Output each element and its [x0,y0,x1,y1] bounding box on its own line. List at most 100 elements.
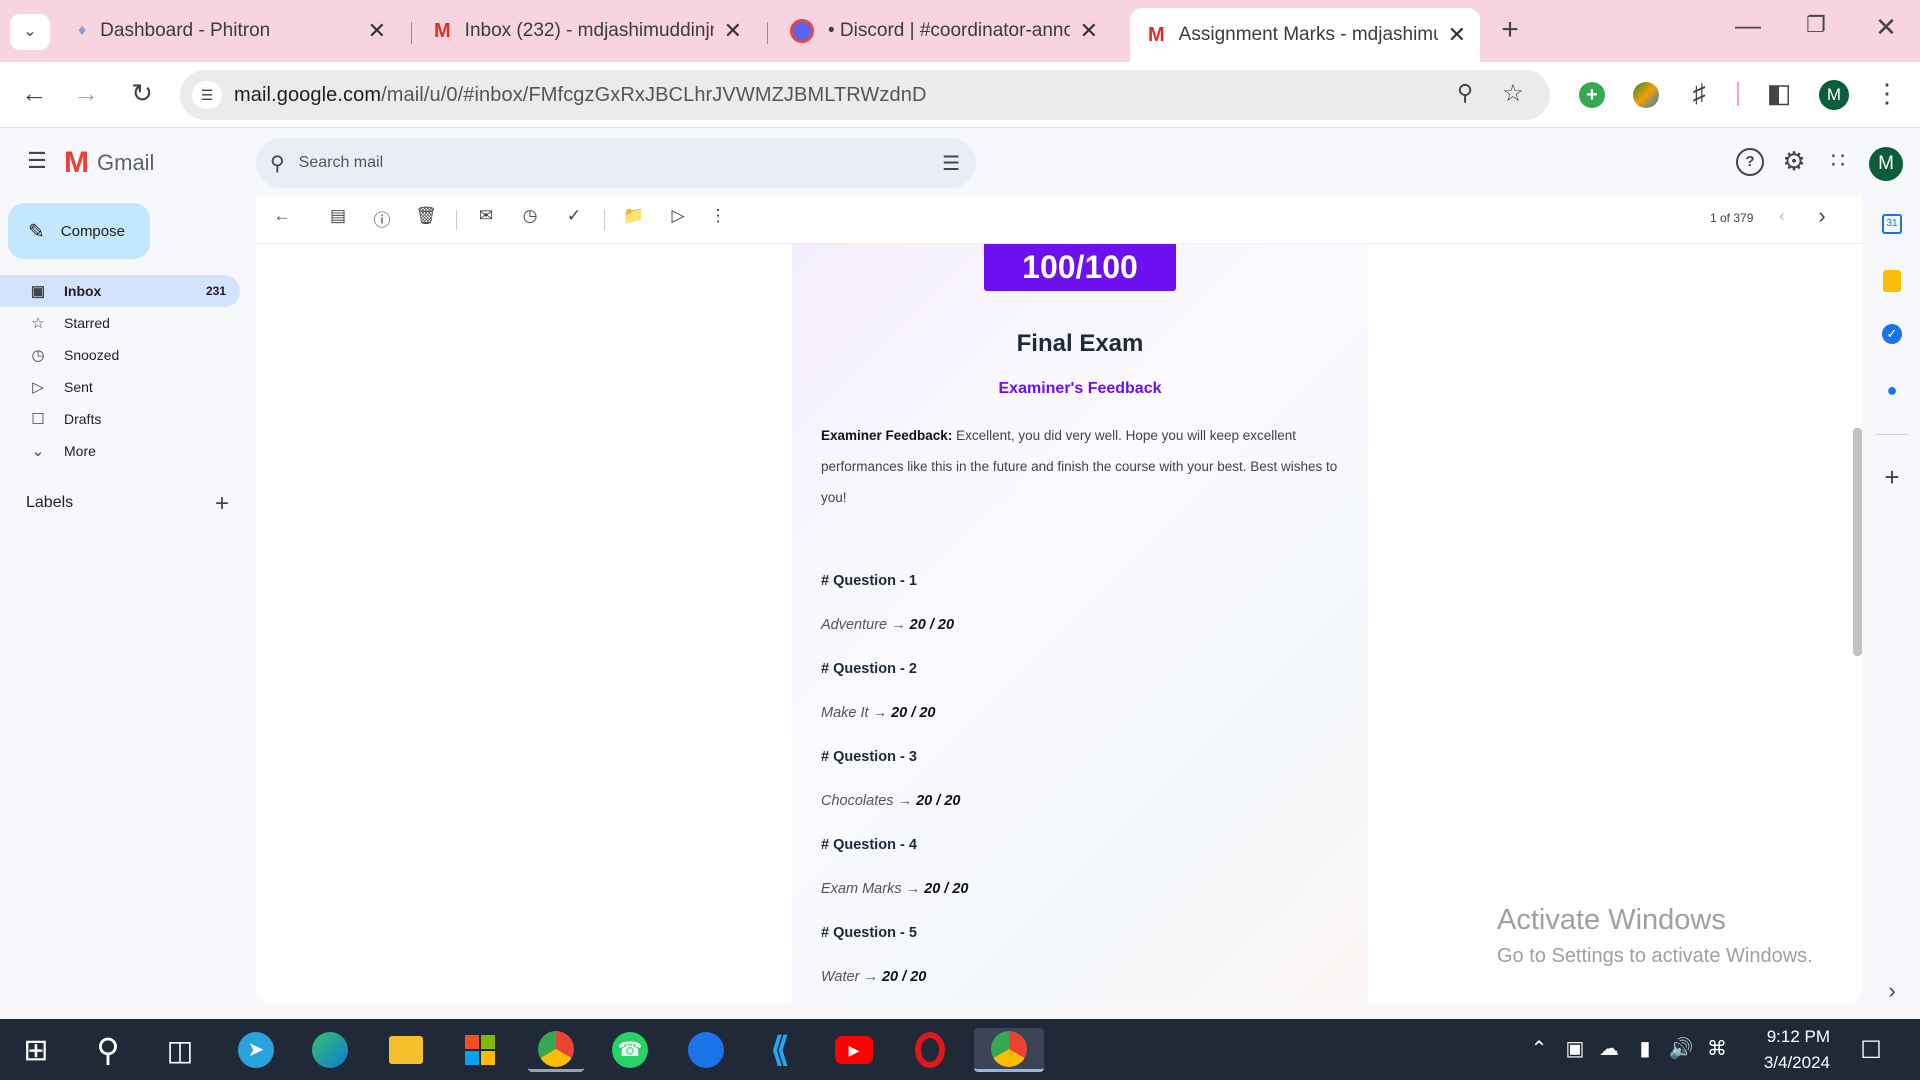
add-label-icon[interactable]: + [208,490,236,518]
add-task-icon[interactable]: ✓ [562,206,586,226]
account-avatar[interactable]: M [1869,147,1903,181]
reload-icon[interactable]: ↻ [122,78,162,109]
forward-icon[interactable]: → [66,78,106,109]
battery-icon[interactable]: ▮ [1630,1036,1660,1061]
gmail-logo[interactable]: M Gmail [64,148,154,178]
tab-title: Dashboard - Phitron [100,20,271,41]
main-menu-icon[interactable]: ☰ [22,148,52,174]
back-to-inbox-icon[interactable]: ← [270,206,294,226]
telegram-icon[interactable]: ➤ [228,1028,284,1072]
nav-label: More [64,443,96,459]
nav-label: Starred [64,315,110,331]
url-text: mail.google.com/mail/u/0/#inbox/FMfcgzGx… [234,84,927,107]
tab-divider [411,22,412,44]
chrome-active-icon[interactable] [974,1028,1044,1072]
feedback-paragraph: Examiner Feedback: Excellent, you did ve… [821,420,1341,513]
close-tab-icon[interactable]: ✕ [1448,22,1466,48]
browser-menu-icon[interactable]: ⋮ [1872,78,1902,109]
nav-inbox[interactable]: ▣ Inbox 231 [0,275,240,307]
edge-icon[interactable] [302,1028,358,1072]
compose-button[interactable]: ✎ Compose [8,203,150,259]
calendar-icon[interactable]: 31 [1882,214,1902,234]
nav-starred[interactable]: ☆ Starred [0,307,240,339]
search-icon[interactable]: ⚲ [270,151,285,176]
close-tab-icon[interactable]: ✕ [368,18,386,44]
nav-snoozed[interactable]: ◷ Snoozed [0,339,240,371]
question-mark: 20 / 20 [891,705,936,721]
restore-icon[interactable]: ❐ [1796,12,1836,38]
address-bar[interactable]: ☰ mail.google.com/mail/u/0/#inbox/FMfcgz… [180,70,1550,120]
older-chevron-icon[interactable]: › [1810,203,1834,229]
microsoft-store-icon[interactable] [452,1028,508,1072]
tab-search-button[interactable]: ⌄ [10,14,50,50]
chrome-profile-icon[interactable] [528,1028,584,1072]
tray-overflow-icon[interactable]: ⌃ [1524,1036,1554,1061]
scrollbar-thumb[interactable] [1853,428,1862,656]
nav-drafts[interactable]: ☐ Drafts [0,403,240,435]
close-window-icon[interactable]: ✕ [1866,12,1906,43]
contacts-icon[interactable]: ● [1883,380,1901,400]
close-tab-icon[interactable]: ✕ [724,18,742,44]
tab-inbox[interactable]: M Inbox (232) - mdjashimuddinjnu ✕ [416,10,756,52]
profile-avatar[interactable]: M [1819,80,1849,110]
extension-globe-icon[interactable] [1633,82,1659,108]
task-view-icon[interactable]: ◫ [152,1028,208,1072]
help-icon[interactable]: ? [1736,148,1764,176]
extensions-puzzle-icon[interactable]: ♯ [1684,78,1714,109]
move-to-icon[interactable]: 📁 [622,206,646,226]
minimize-icon[interactable]: — [1728,10,1768,41]
activation-watermark-text: Go to Settings to activate Windows. [1497,945,1813,967]
site-info-icon[interactable]: ☰ [192,81,222,109]
report-spam-icon[interactable]: ⓘ [370,206,394,231]
more-actions-icon[interactable]: ⋮ [706,206,730,226]
search-input[interactable]: Search mail [299,154,383,172]
close-tab-icon[interactable]: ✕ [1080,18,1098,44]
settings-gear-icon[interactable]: ⚙ [1779,146,1809,177]
expand-side-panel-icon[interactable]: › [1878,978,1906,1004]
whatsapp-icon[interactable]: ☎ [602,1028,658,1072]
start-windows-icon[interactable]: ⊞ [8,1028,64,1072]
tasks-icon[interactable]: ✓ [1882,324,1902,344]
question-mark: 20 / 20 [924,881,969,897]
newer-chevron-icon[interactable]: ‹ [1770,206,1794,226]
meet-now-icon[interactable]: ▣ [1560,1036,1590,1061]
question-heading: # Question - 2 [821,661,917,677]
notifications-icon[interactable]: ☐ [1856,1036,1886,1065]
apps-grid-icon[interactable]: ∷ [1823,148,1853,174]
onedrive-icon[interactable]: ☁ [1594,1036,1624,1061]
opera-icon[interactable] [902,1028,958,1072]
get-addons-icon[interactable]: + [1878,462,1906,493]
file-explorer-icon[interactable] [378,1028,434,1072]
system-clock[interactable]: 9:12 PM 3/4/2024 [1740,1024,1830,1076]
extension-green-icon[interactable]: + [1579,82,1605,108]
mark-unread-icon[interactable]: ✉ [474,206,498,226]
question-mark: 20 / 20 [881,969,927,985]
bookmark-star-icon[interactable]: ☆ [1498,79,1528,108]
new-tab-icon[interactable]: + [1492,14,1528,46]
volume-icon[interactable]: 🔊 [1666,1036,1696,1061]
snooze-icon[interactable]: ◷ [518,206,542,226]
youtube-icon[interactable]: ▶ [826,1028,882,1072]
nav-more[interactable]: ⌄ More [0,435,240,467]
search-options-icon[interactable]: ☰ [942,151,960,176]
vscode-icon[interactable]: ⟪ [752,1028,808,1072]
nav-label: Drafts [64,411,102,427]
feedback-heading: Examiner's Feedback [998,380,1162,397]
search-bar[interactable]: ⚲ Search mail ☰ [256,138,976,188]
label-icon[interactable]: ▷ [666,206,690,226]
side-panel-icon[interactable]: ◧ [1764,78,1794,109]
zoom-icon[interactable]: ⚲ [1450,80,1480,106]
keep-icon[interactable] [1883,270,1901,292]
archive-icon[interactable]: ▤ [326,206,350,226]
taskbar-search-icon[interactable]: ⚲ [80,1028,136,1072]
delete-icon[interactable]: 🗑 [414,206,438,226]
tab-phitron[interactable]: ♦ Dashboard - Phitron ✕ [60,10,400,52]
tab-assignment-marks[interactable]: M Assignment Marks - mdjashimu ✕ [1130,8,1480,62]
arrow-icon: → [863,969,878,985]
question-heading: # Question - 4 [821,837,917,853]
nav-sent[interactable]: ▷ Sent [0,371,240,403]
tab-discord[interactable]: • Discord | #coordinator-announ ✕ [772,10,1112,52]
back-icon[interactable]: ← [14,78,54,109]
chrome-remote-icon[interactable] [678,1028,734,1072]
wifi-icon[interactable]: ⌘ [1702,1036,1732,1061]
